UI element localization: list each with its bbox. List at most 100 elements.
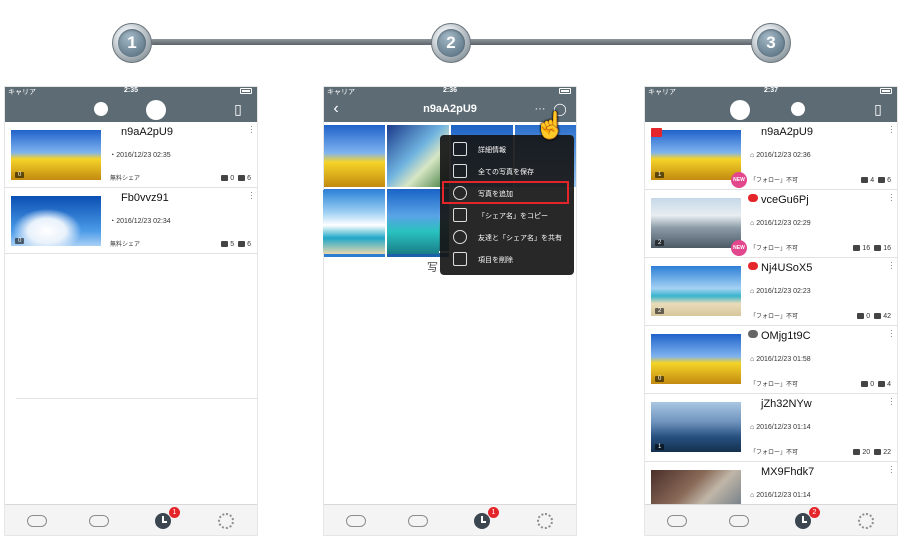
tab-upload[interactable] [728,511,750,531]
more-options-icon[interactable]: · · · [890,326,894,341]
nav-bar: ▯ [4,96,258,122]
video-icon [853,245,861,251]
thumbnail-sunflower: 0 [651,334,741,384]
photo-icon [874,245,882,251]
menu-item-delete[interactable]: 項目を削除 [440,248,574,270]
download-count: 2 [655,308,665,314]
sent-history-icon[interactable] [146,98,166,120]
tab-download[interactable] [26,511,48,531]
download-count: 1 [655,444,665,450]
menu-item-copy-name[interactable]: 「シェア名」をコピー [440,204,574,226]
share-date: ⌂ 2016/12/23 01:58 [750,356,811,363]
new-badge: NEW [731,240,747,256]
menu-item-share-name[interactable]: 友達と「シェア名」を共有 [440,226,574,248]
thumbnail-beach: 2 [651,266,741,316]
share-type: 「フォロー」不可 [750,382,799,388]
tab-history[interactable]: 2 [792,507,820,531]
received-history-icon[interactable] [92,100,110,118]
tab-settings[interactable] [534,511,556,531]
share-date: ◔ 2016/12/23 02:35 [110,152,171,159]
media-counts: 56 [217,241,251,248]
clock-icon [155,513,171,529]
more-options-icon[interactable]: · · · [890,190,894,205]
step-number: 2 [437,29,465,57]
media-counts: 46 [857,177,891,184]
tab-download[interactable] [345,511,367,531]
phone-screen-3: キャリア 2:37 ▯ 1 NEW n9aA2pU9 · · · ⌂ 2016/12… [644,86,898,536]
copy-icon [453,208,467,222]
status-time: 2:35 [123,87,138,94]
new-badge: NEW [731,172,747,188]
more-options-icon[interactable]: · · · [250,188,254,203]
status-bar: キャリア 2:37 [644,86,898,96]
cloud-download-icon [667,515,687,527]
phone-screen-1: キャリア 2:35 ▯ 0 n9aA2pU9 · · · ◔ 2016/12/23 … [4,86,258,536]
video-icon [857,313,865,319]
photo-caption: 写 [427,262,438,274]
battery-icon [240,88,252,94]
tab-settings[interactable] [215,511,237,531]
share-title: Fb0vvz91 [121,192,169,204]
tab-history[interactable]: 1 [471,507,499,531]
photo-sunflower[interactable] [323,125,385,187]
cloud-download-icon [346,515,366,527]
menu-item-details[interactable]: 詳細情報 [440,138,574,160]
video-icon [853,449,861,455]
share-list: 1 NEW n9aA2pU9 · · · ⌂ 2016/12/23 02:36 「フ… [644,122,898,530]
chat-red-icon [748,194,758,202]
trash-icon[interactable]: ▯ [869,100,887,118]
tab-upload[interactable] [407,511,429,531]
photo-resort[interactable] [323,190,385,254]
tab-settings[interactable] [855,511,877,531]
share-date: ⌂ 2016/12/23 01:14 [750,424,811,431]
sent-history-icon[interactable] [789,100,807,118]
gear-icon [218,513,234,529]
menu-item-save-all[interactable]: 全ての写真を保存 [440,160,574,182]
list-item[interactable]: 1 jZh32NYw · · · ⌂ 2016/12/23 01:14 「フォロー」… [644,394,898,462]
photo-icon [238,175,246,181]
tab-bar: 1 [323,504,577,536]
cloud-upload-icon [89,515,109,527]
list-item[interactable]: 0 Fb0vvz91 · · · ◔ 2016/12/23 02:34 無料シェア … [4,188,258,254]
step-3-indicator: 3 [751,23,791,63]
notification-badge: 1 [488,507,499,518]
video-icon [861,381,869,387]
tab-upload[interactable] [88,511,110,531]
nav-bar: ▯ [644,96,898,122]
step-number: 1 [118,29,146,57]
battery-icon [559,88,571,94]
more-options-icon[interactable]: · · · [890,462,894,477]
list-item[interactable]: 2 Nj4USoX5 · · · ⌂ 2016/12/23 02:23 「フォロー」… [644,258,898,326]
hand-pointer-icon: ☝ [534,110,567,140]
cloud-download-icon [27,515,47,527]
list-item[interactable]: 1 NEW n9aA2pU9 · · · ⌂ 2016/12/23 02:36 「フ… [644,122,898,190]
notification-badge: 1 [169,507,180,518]
save-icon [453,164,467,178]
cloud-upload-icon [408,515,428,527]
step-connector [468,39,758,45]
thumbnail-sunflower: 0 [11,130,101,180]
media-counts: 16 16 [849,245,891,252]
tab-download[interactable] [666,511,688,531]
more-options-icon[interactable]: · · · [890,394,894,409]
photo-icon [878,381,886,387]
gear-icon [858,513,874,529]
more-options-icon[interactable]: · · · [890,258,894,273]
tab-history[interactable]: 1 [152,507,180,531]
share-type: 「フォロー」不可 [750,246,799,252]
list-item[interactable]: 0 n9aA2pU9 · · · ◔ 2016/12/23 02:35 無料シェア … [4,122,258,188]
tab-bar: 1 [4,504,258,536]
list-icon [453,142,467,156]
thumbnail-sea: 1 [651,402,741,452]
list-item[interactable]: 2 NEW vceGu6Pj · · · ⌂ 2016/12/23 02:29 「フ… [644,190,898,258]
video-badge-icon [651,128,662,137]
photo-icon [874,449,882,455]
trash-icon[interactable]: ▯ [229,100,247,118]
more-options-icon[interactable]: · · · [890,122,894,137]
tab-bar: 2 [644,504,898,536]
photo-icon [874,313,882,319]
list-item[interactable]: 0 OMjg1t9C · · · ⌂ 2016/12/23 01:58 「フォロー」… [644,326,898,394]
more-options-icon[interactable]: · · · [250,122,254,137]
received-history-icon[interactable] [730,98,750,120]
photo-lagoon[interactable] [387,190,439,254]
